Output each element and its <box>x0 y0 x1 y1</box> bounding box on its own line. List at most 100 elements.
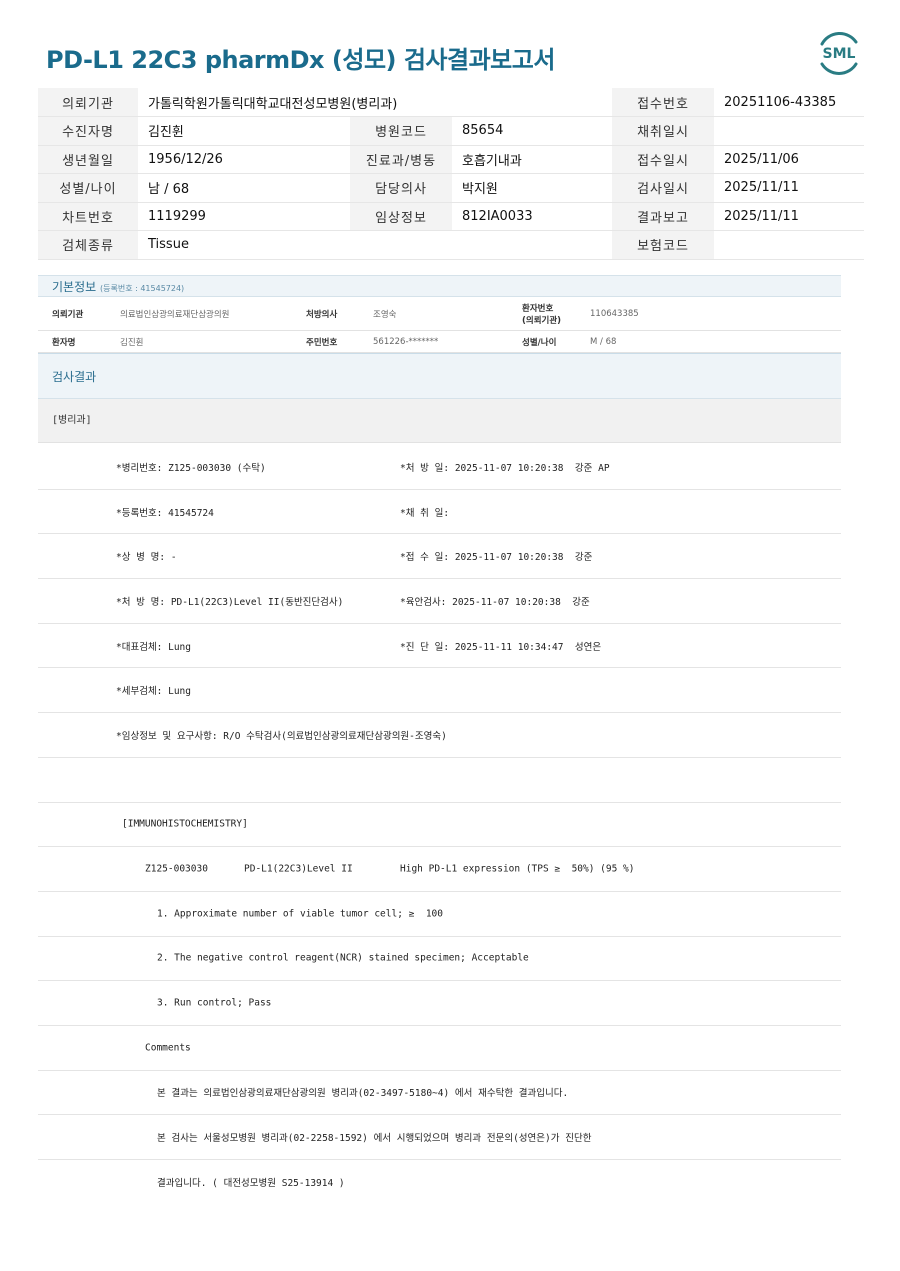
result-lines: *병리번호: Z125-003030 (수탁) *처 방 일: 2025-11-… <box>38 445 841 1205</box>
header-row: 의뢰기관 가톨릭학원가톨릭대학교대전성모병원(병리과) 접수번호 2025110… <box>38 88 864 117</box>
receipt-date: *접 수 일: 2025-11-07 10:20:38 강준 <box>400 552 593 564</box>
header-value: 1119299 <box>138 202 350 231</box>
header-value: 20251106-43385 <box>714 88 864 117</box>
detail-specimen: *세부검체: Lung <box>116 686 191 698</box>
basic-info-row: 의뢰기관 의료법인삼광의료재단삼광의원 처방의사 조영숙 환자번호 (의뢰기관)… <box>38 297 841 331</box>
report-title: PD-L1 22C3 pharmDx (성모) 검사결과보고서 <box>46 46 555 74</box>
basic-info-section: 기본정보 (등록번호 : 41545724) 의뢰기관 의료법인삼광의료재단삼광… <box>38 275 841 443</box>
ihc-result: High PD-L1 expression (TPS ≥ 50%) (95 %) <box>400 863 635 875</box>
header-value: 김진휜 <box>138 116 350 146</box>
header-row: 생년월일 1956/12/26 진료과/병동 호흡기내과 접수일시 2025/1… <box>38 145 864 174</box>
diagnosis-date: *진 단 일: 2025-11-11 10:34:47 성연은 <box>400 641 602 653</box>
result-line: *처 방 명: PD-L1(22C3)Level II(동반진단검사) *육안검… <box>38 579 841 624</box>
header-row: 수진자명 김진휜 병원코드 85654 채취일시 <box>38 116 864 146</box>
header-row: 성별/나이 남 / 68 담당의사 박지원 검사일시 2025/11/11 <box>38 173 864 203</box>
header-value: Tissue <box>138 230 612 260</box>
result-line: 1. Approximate number of viable tumor ce… <box>38 892 841 937</box>
info-value: M / 68 <box>590 336 617 347</box>
ihc-item: 2. The negative control reagent(NCR) sta… <box>157 952 529 964</box>
department-heading: [병리과] <box>38 399 841 443</box>
header-label: 보험코드 <box>612 230 714 260</box>
header-label: 의뢰기관 <box>38 88 138 117</box>
sml-logo-icon: SML <box>820 31 858 75</box>
info-key: 성별/나이 <box>522 337 557 348</box>
header-value: 2025/11/06 <box>714 145 864 174</box>
info-value: 의료법인삼광의료재단삼광의원 <box>120 309 230 320</box>
comment-text: 본 검사는 서울성모병원 병리과(02-2258-1592) 에서 시행되었으며… <box>157 1133 592 1145</box>
header-value: 남 / 68 <box>138 173 350 203</box>
gross-exam-date: *육안검사: 2025-11-07 10:20:38 강준 <box>400 596 590 608</box>
ihc-case-number: Z125-003030 <box>145 863 208 875</box>
header-label: 병원코드 <box>350 116 452 146</box>
result-line: 본 검사는 서울성모병원 병리과(02-2258-1592) 에서 시행되었으며… <box>38 1115 841 1160</box>
result-line: [IMMUNOHISTOCHEMISTRY] <box>38 803 841 848</box>
result-line: 본 결과는 의료법인삼광의료재단삼광의원 병리과(02-3497-5180~4)… <box>38 1071 841 1116</box>
registration-line: *등록번호: 41545724 <box>116 507 214 519</box>
result-line: 결과입니다. ( 대전성모병원 S25-13914 ) <box>38 1160 841 1205</box>
basic-info-title: 기본정보 <box>52 280 97 294</box>
patient-header-table: 의뢰기관 가톨릭학원가톨릭대학교대전성모병원(병리과) 접수번호 2025110… <box>38 88 864 260</box>
basic-info-row: 환자명 김진휜 주민번호 561226-******* 성별/나이 M / 68 <box>38 331 841 353</box>
header-value: 박지원 <box>452 173 612 203</box>
diagnosis-name: *상 병 명: - <box>116 552 177 564</box>
prescription-name: *처 방 명: PD-L1(22C3)Level II(동반진단검사) <box>116 596 344 608</box>
header-value: 812IA0033 <box>452 202 612 231</box>
comments-heading: Comments <box>145 1042 191 1054</box>
ihc-item: 3. Run control; Pass <box>157 997 272 1009</box>
info-key: 환자명 <box>52 337 76 348</box>
prescription-date: *처 방 일: 2025-11-07 10:20:38 강준 AP <box>400 462 610 474</box>
logo-text: SML <box>823 46 856 62</box>
header-value: 가톨릭학원가톨릭대학교대전성모병원(병리과) <box>138 88 612 117</box>
result-line-empty <box>38 758 841 803</box>
result-line: *임상정보 및 요구사항: R/O 수탁검사(의료법인삼광의료재단삼광의원-조영… <box>38 713 841 758</box>
header-label: 수진자명 <box>38 116 138 146</box>
ihc-heading: [IMMUNOHISTOCHEMISTRY] <box>122 818 248 830</box>
header-label: 검사일시 <box>612 173 714 203</box>
result-line: Z125-003030 PD-L1(22C3)Level II High PD-… <box>38 847 841 892</box>
result-line: *상 병 명: - *접 수 일: 2025-11-07 10:20:38 강준 <box>38 534 841 580</box>
ihc-test-name: PD-L1(22C3)Level II <box>244 863 353 875</box>
info-value: 110643385 <box>590 308 639 319</box>
registration-number: (등록번호 : 41545724) <box>100 284 185 293</box>
result-line: *대표검체: Lung *진 단 일: 2025-11-11 10:34:47 … <box>38 624 841 669</box>
ihc-item: 1. Approximate number of viable tumor ce… <box>157 908 443 920</box>
info-value: 조영숙 <box>373 309 397 320</box>
header-label: 성별/나이 <box>38 173 138 203</box>
header-value: 2025/11/11 <box>714 202 864 231</box>
result-heading: 검사결과 <box>38 353 841 399</box>
info-key: 환자번호 <box>522 304 554 314</box>
collection-date: *채 취 일: <box>400 507 450 519</box>
info-value: 561226-******* <box>373 336 439 347</box>
result-line: Comments <box>38 1026 841 1071</box>
header-label: 검체종류 <box>38 230 138 260</box>
header-value: 호흡기내과 <box>452 145 612 174</box>
header-label: 접수번호 <box>612 88 714 117</box>
header-label: 생년월일 <box>38 145 138 174</box>
result-line: *병리번호: Z125-003030 (수탁) *처 방 일: 2025-11-… <box>38 445 841 490</box>
representative-specimen: *대표검체: Lung <box>116 641 191 653</box>
header-value: 85654 <box>452 116 612 146</box>
header-row: 검체종류 Tissue 보험코드 <box>38 230 864 260</box>
info-value: 김진휜 <box>120 337 144 348</box>
result-line: *세부검체: Lung <box>38 668 841 714</box>
comment-text: 결과입니다. ( 대전성모병원 S25-13914 ) <box>157 1178 345 1190</box>
info-key: 처방의사 <box>306 309 338 320</box>
result-line: 2. The negative control reagent(NCR) sta… <box>38 937 841 982</box>
info-key: 의뢰기관 <box>52 309 84 320</box>
info-key: 주민번호 <box>306 337 338 348</box>
header-row: 차트번호 1119299 임상정보 812IA0033 결과보고 2025/11… <box>38 202 864 231</box>
header-label: 결과보고 <box>612 202 714 231</box>
header-label: 진료과/병동 <box>350 145 452 174</box>
header-label: 접수일시 <box>612 145 714 174</box>
result-line: *등록번호: 41545724 *채 취 일: <box>38 490 841 535</box>
comment-text: 본 결과는 의료법인삼광의료재단삼광의원 병리과(02-3497-5180~4)… <box>157 1088 569 1100</box>
clinical-info: *임상정보 및 요구사항: R/O 수탁검사(의료법인삼광의료재단삼광의원-조영… <box>116 730 447 742</box>
info-key: (의뢰기관) <box>522 316 562 326</box>
header-value <box>714 116 864 146</box>
pathology-number: *병리번호: Z125-003030 (수탁) <box>116 462 266 474</box>
header-value: 1956/12/26 <box>138 145 350 174</box>
result-line: 3. Run control; Pass <box>38 981 841 1026</box>
header-label: 채취일시 <box>612 116 714 146</box>
header-value <box>714 230 864 260</box>
header-label: 담당의사 <box>350 173 452 203</box>
